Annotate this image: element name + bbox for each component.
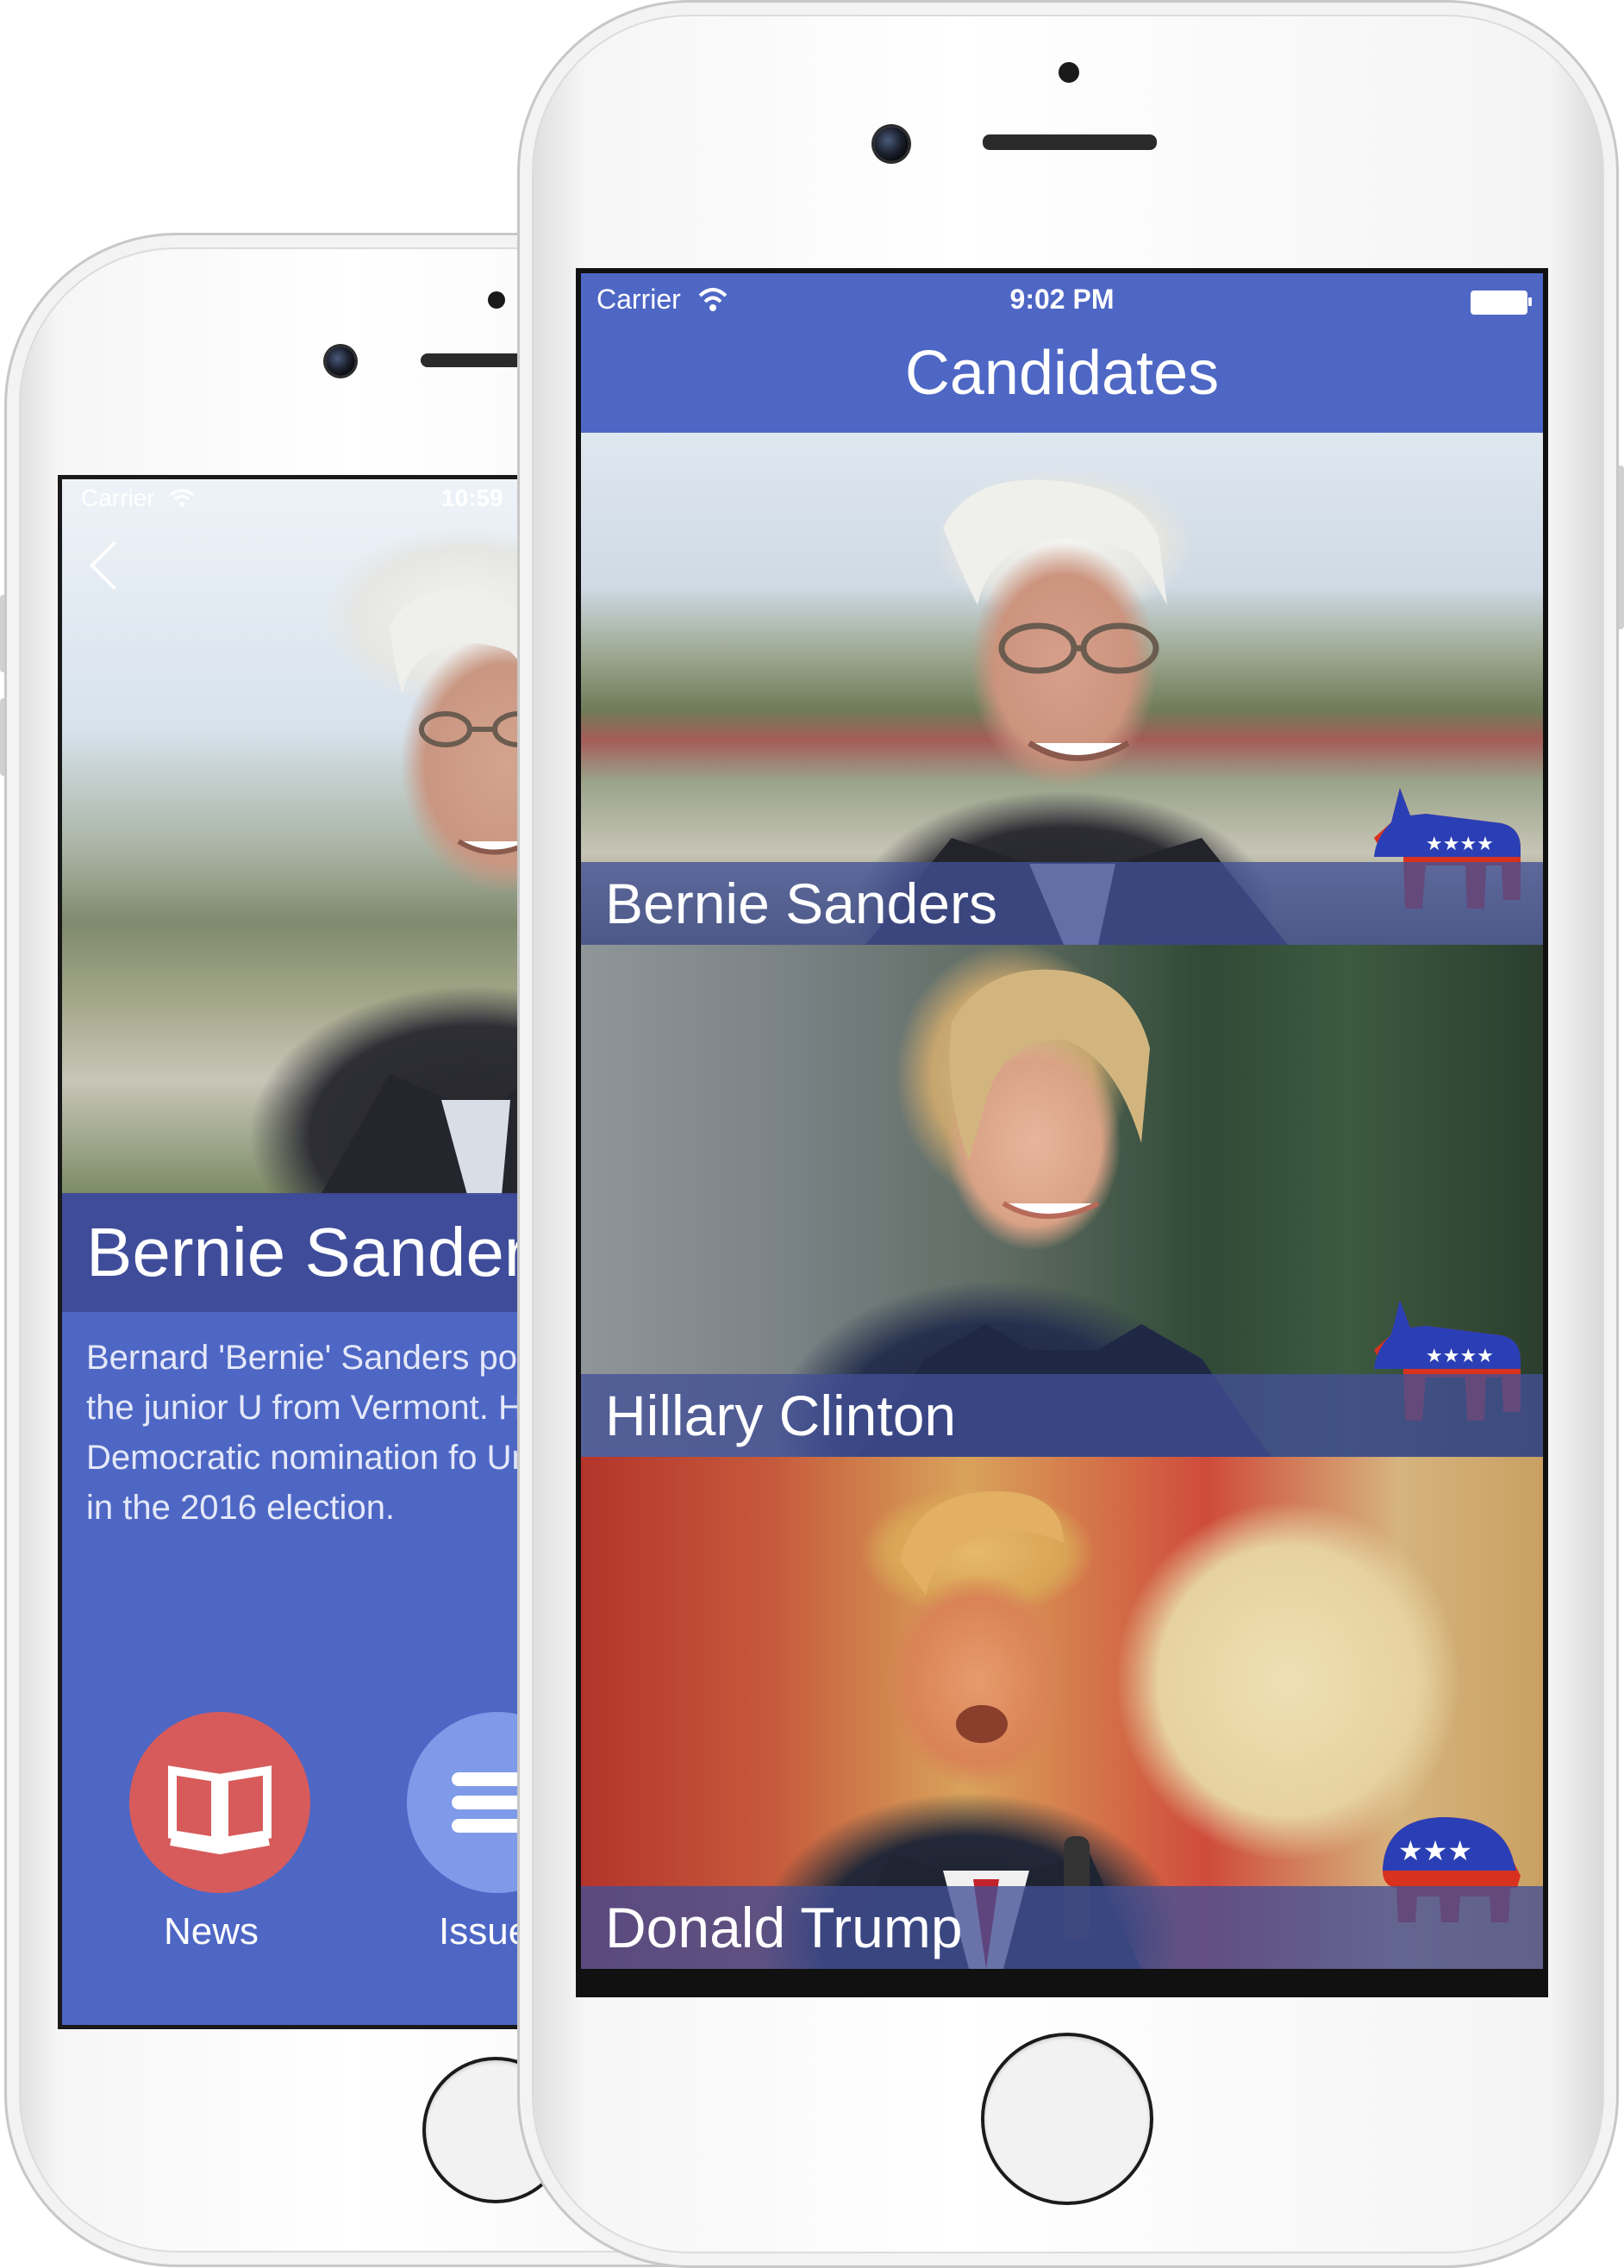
navigation-bar: Carrier 9:02 PM Candidates [581,273,1543,433]
front-phone-sensor-icon [1059,62,1079,83]
time-label: 9:02 PM [1009,284,1115,315]
front-phone-home-button [981,2033,1153,2205]
back-carrier-label: Carrier [81,484,155,511]
candidate-row-hillary-clinton[interactable]: ★★★★ Hillary Clinton [581,945,1543,1457]
book-icon [168,1765,272,1855]
back-phone-sensor-icon [488,291,505,309]
news-button-label[interactable]: News [164,1910,259,1953]
battery-icon [1471,291,1532,315]
status-bar: Carrier 9:02 PM [581,273,1543,325]
page-title: Candidates [904,339,1220,408]
front-screen: Carrier 9:02 PM Candidates ★★★★ Bernie S… [576,268,1548,1997]
candidate-name: Bernie Sanders [581,862,1543,945]
svg-text:★★★★: ★★★★ [1426,1346,1494,1367]
back-phone-camera-icon [326,347,355,376]
front-phone-camera-icon [874,127,909,161]
svg-text:★★★★: ★★★★ [1426,834,1494,855]
candidate-name-heading: Bernie Sanders [62,1193,536,1312]
back-status-bar: Carrier 10:59 [62,479,536,514]
bernie-detail-illustration [321,590,536,1195]
candidate-name: Donald Trump [581,1886,1543,1969]
candidate-bio-text: Bernard 'Bernie' Sanders politician and … [86,1339,536,1527]
candidate-detail-photo: Carrier 10:59 [62,479,536,1195]
back-phone-speaker-icon [421,353,524,367]
candidate-row-bernie-sanders[interactable]: ★★★★ Bernie Sanders [581,433,1543,945]
back-wifi-icon [170,489,194,507]
news-button[interactable] [129,1712,310,1893]
back-screen: Carrier 10:59 Bernie Sanders Bernard 'Be… [58,475,536,2029]
front-phone-speaker-icon [983,134,1157,150]
svg-text:★★★: ★★★ [1398,1834,1472,1867]
candidate-row-donald-trump[interactable]: ★★★ Donald Trump [581,1457,1543,1969]
back-time-label: 10:59 [441,484,503,511]
candidate-name: Hillary Clinton [581,1374,1543,1457]
